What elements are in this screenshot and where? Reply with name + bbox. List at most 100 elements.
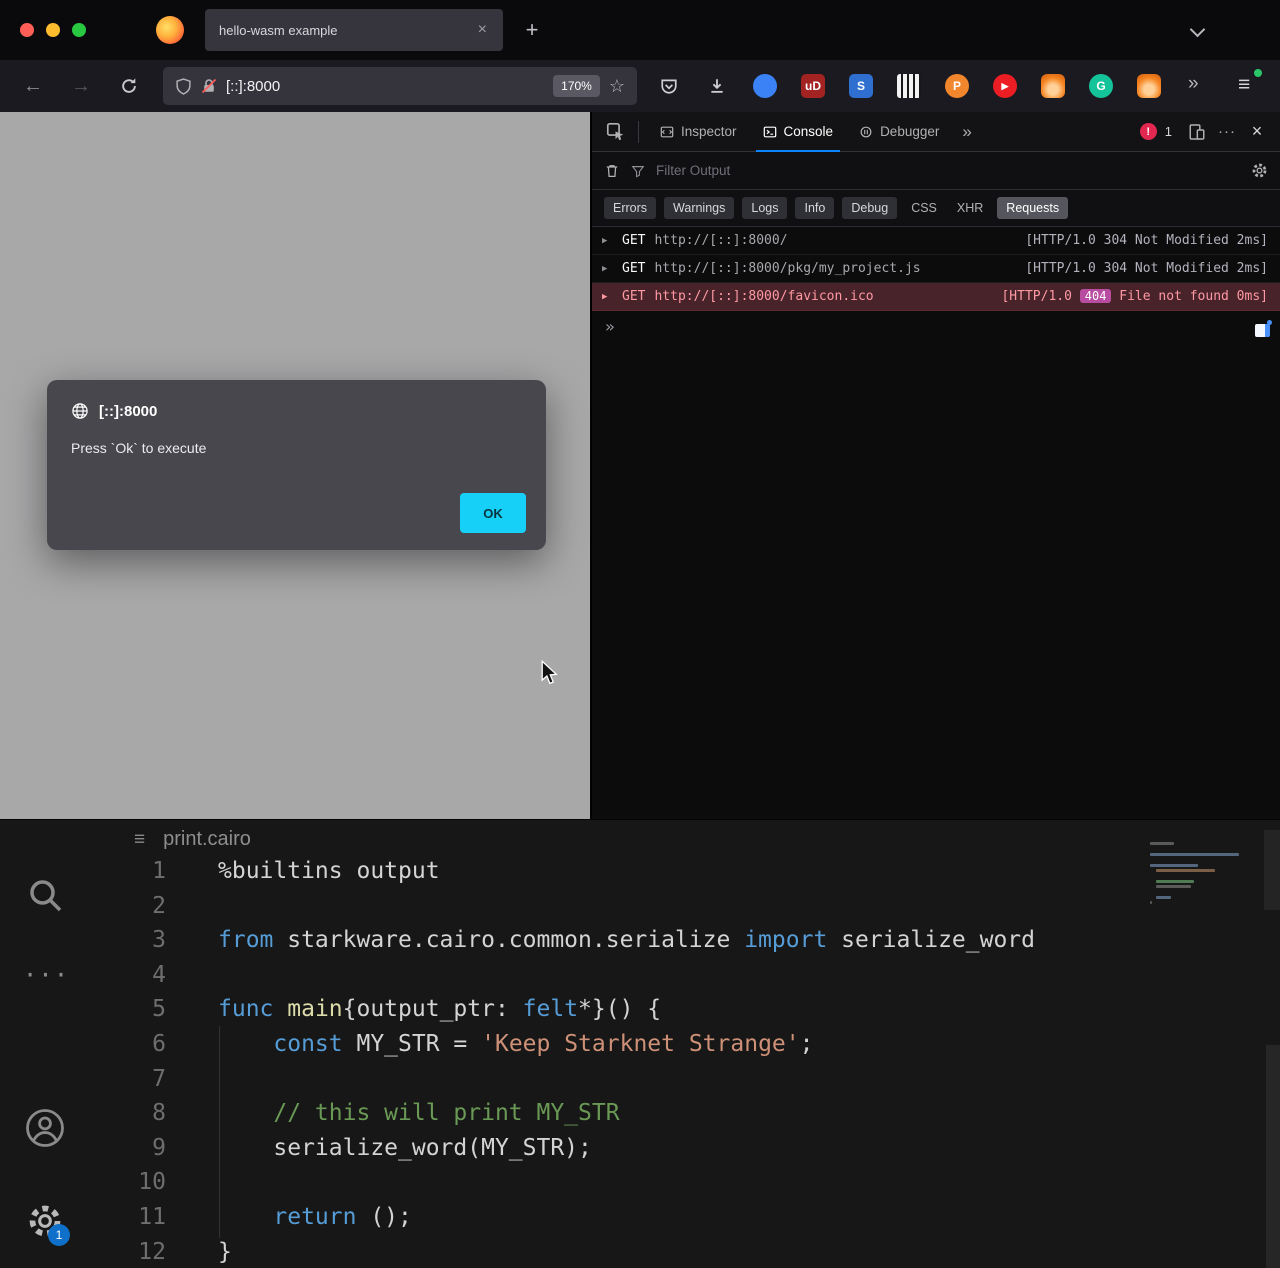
code-line[interactable]: 4	[0, 958, 1280, 993]
filter-info-button[interactable]: Info	[795, 197, 835, 219]
pocket-icon[interactable]	[657, 74, 681, 98]
downloads-icon[interactable]	[705, 74, 729, 98]
shield-icon[interactable]	[175, 77, 192, 95]
youtube-icon[interactable]: ▶	[993, 74, 1017, 98]
insecure-lock-icon[interactable]	[201, 78, 217, 94]
new-tab-button[interactable]: +	[516, 14, 548, 46]
expand-caret-icon[interactable]: ▶	[602, 292, 613, 302]
error-badge-icon[interactable]: !	[1139, 123, 1157, 140]
request-status: [HTTP/1.0 304 Not Modified 2ms]	[1025, 261, 1268, 276]
code-line[interactable]: 1 %builtins output	[0, 854, 1280, 889]
navigation-toolbar: ← → [::]:8000 170% ☆ uD S P ▶ G » ≡	[0, 60, 1280, 112]
code-line[interactable]: 10	[0, 1165, 1280, 1200]
network-request-row[interactable]: ▶ GET http://[::]:8000/pkg/my_project.js [H…	[592, 255, 1280, 283]
request-url: http://[::]:8000/	[654, 233, 788, 248]
split-console-icon[interactable]	[1255, 320, 1272, 337]
more-tools-icon[interactable]: »	[954, 122, 979, 142]
tab-inspector[interactable]: Inspector	[649, 112, 748, 152]
code-line[interactable]: 5 func main{output_ptr: felt*}() {	[0, 992, 1280, 1027]
ublock-icon[interactable]: uD	[801, 74, 825, 98]
code-line[interactable]: 12}	[0, 1235, 1280, 1268]
code-line[interactable]: 9 serialize_word(MY_STR);	[0, 1131, 1280, 1166]
tab-list-chevron-icon[interactable]	[1189, 21, 1206, 38]
url-bar[interactable]: [::]:8000 170% ☆	[163, 67, 637, 105]
responsive-design-icon[interactable]	[1184, 119, 1210, 145]
filter-debug-button[interactable]: Debug	[842, 197, 898, 219]
tab-close-icon[interactable]: ×	[476, 21, 489, 39]
tab-debugger[interactable]: Debugger	[848, 112, 950, 152]
network-request-row[interactable]: ▶ GET http://[::]:8000/favicon.ico [HTTP/1.…	[592, 283, 1280, 311]
filter-errors-button[interactable]: Errors	[604, 197, 657, 219]
back-button[interactable]: ←	[19, 60, 47, 112]
code-token: import	[744, 927, 828, 954]
minimap-slider[interactable]	[1264, 830, 1280, 910]
network-request-row[interactable]: ▶ GET http://[::]:8000/ [HTTP/1.0 304 Not M…	[592, 227, 1280, 255]
line-number: 4	[152, 961, 166, 988]
maximize-window-button[interactable]	[72, 23, 86, 37]
code-line[interactable]: 11 return ();	[0, 1200, 1280, 1235]
page-viewport[interactable]: [::]:8000 Press `Ok` to execute OK	[0, 112, 590, 819]
code-line[interactable]: 2	[0, 889, 1280, 924]
url-text[interactable]: [::]:8000	[226, 78, 544, 95]
p-extension-icon[interactable]: P	[945, 74, 969, 98]
overflow-menu-icon[interactable]: »	[1188, 73, 1199, 95]
filter-requests-button[interactable]: Requests	[997, 197, 1069, 219]
status-code-badge: 404	[1079, 289, 1112, 303]
browser-tab[interactable]: hello-wasm example ×	[205, 9, 503, 51]
editor-menu-icon[interactable]: ≡	[134, 829, 145, 851]
bookmark-star-icon[interactable]: ☆	[609, 76, 625, 97]
filter-logs-button[interactable]: Logs	[742, 197, 788, 219]
close-window-button[interactable]	[20, 23, 34, 37]
code-token: // this will print MY_STR	[273, 1100, 620, 1127]
code-line[interactable]: 6 const MY_STR = 'Keep Starknet Strange'…	[0, 1027, 1280, 1062]
code-token: felt	[522, 996, 579, 1023]
minimap-line	[1156, 868, 1215, 872]
code-line[interactable]: 7	[0, 1062, 1280, 1097]
code-text: // this will print MY_STR	[166, 1096, 620, 1131]
filter-xhr-button[interactable]: XHR	[951, 197, 989, 219]
tab-console[interactable]: Console	[752, 112, 845, 152]
s-extension-icon[interactable]: S	[849, 74, 873, 98]
console-settings-gear-icon[interactable]	[1251, 162, 1268, 179]
piano-icon[interactable]	[897, 74, 921, 98]
editor-scrollbar[interactable]	[1266, 1045, 1280, 1268]
forward-button[interactable]: →	[67, 60, 95, 112]
devtools-close-icon[interactable]: ×	[1244, 119, 1270, 145]
ok-button[interactable]: OK	[460, 493, 526, 533]
request-method: GET	[622, 233, 646, 248]
filter-output-input[interactable]: Filter Output	[656, 163, 730, 178]
code-token: serialize_word(MY_STR);	[218, 1134, 592, 1161]
line-number: 11	[138, 1203, 166, 1230]
expand-caret-icon[interactable]: ▶	[602, 264, 613, 274]
line-number: 5	[152, 996, 166, 1023]
code-text: %builtins output	[166, 854, 440, 889]
code-line[interactable]: 8 // this will print MY_STR	[0, 1096, 1280, 1131]
code-line[interactable]: 3 from starkware.cairo.common.serialize i…	[0, 923, 1280, 958]
fox-extension-icon[interactable]	[1137, 74, 1161, 98]
code-token: *}() {	[578, 996, 662, 1023]
code-token: MY_STR =	[342, 1030, 482, 1057]
containers-icon[interactable]	[753, 74, 777, 98]
console-input-prompt[interactable]: »	[592, 311, 1280, 341]
filter-warnings-button[interactable]: Warnings	[664, 197, 735, 219]
expand-caret-icon[interactable]: ▶	[602, 236, 613, 246]
app-menu-icon[interactable]: ≡	[1238, 73, 1250, 97]
filename-label[interactable]: print.cairo	[163, 828, 251, 851]
zoom-indicator[interactable]: 170%	[553, 75, 600, 97]
clear-console-trash-icon[interactable]	[604, 163, 620, 179]
reload-button[interactable]	[115, 60, 143, 112]
devtools-meatball-menu-icon[interactable]: ···	[1214, 119, 1240, 145]
filter-css-button[interactable]: CSS	[905, 197, 943, 219]
minimize-window-button[interactable]	[46, 23, 60, 37]
pick-element-icon[interactable]	[602, 119, 628, 145]
console-filter-buttons: Errors Warnings Logs Info Debug CSS XHR Request…	[592, 190, 1280, 227]
filter-funnel-icon	[631, 165, 645, 178]
minimap[interactable]	[1150, 842, 1260, 907]
metamask-fox-icon[interactable]	[1041, 74, 1065, 98]
grammarly-icon[interactable]: G	[1089, 74, 1113, 98]
